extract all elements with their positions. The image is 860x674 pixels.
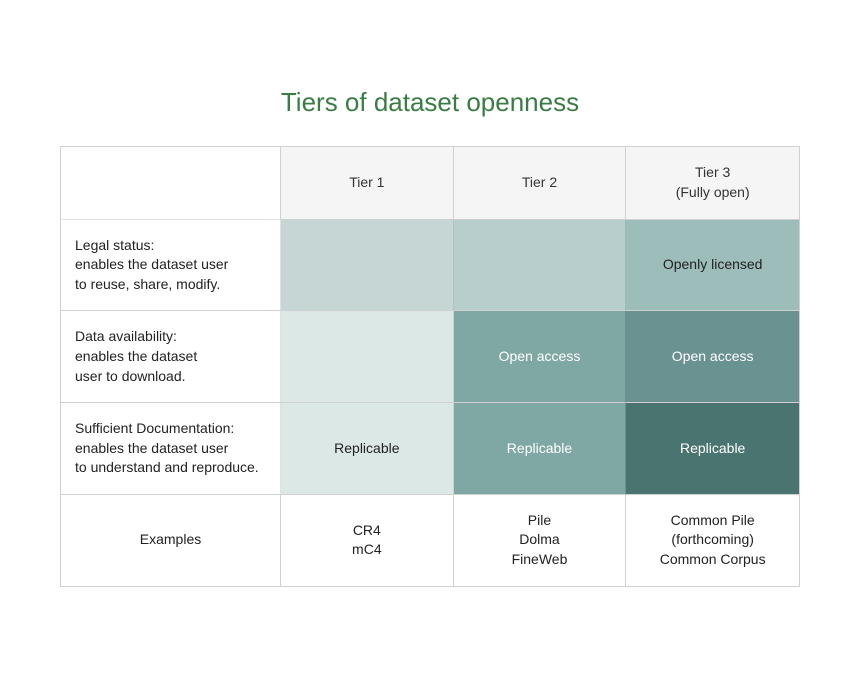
header-tier1: Tier 1 xyxy=(281,147,454,219)
header-empty xyxy=(61,147,281,219)
examples-tier1: CR4 mC4 xyxy=(281,495,454,586)
tier2-data: Open access xyxy=(454,311,627,403)
page-title: Tiers of dataset openness xyxy=(60,87,800,118)
tier3-data: Open access xyxy=(626,311,799,403)
tier3-legal: Openly licensed xyxy=(626,220,799,312)
examples-label: Examples xyxy=(61,495,281,586)
tier1-legal xyxy=(281,220,454,312)
legal-label: Legal status: enables the dataset user t… xyxy=(61,220,281,312)
doc-label: Sufficient Documentation: enables the da… xyxy=(61,403,281,495)
tier2-doc: Replicable xyxy=(454,403,627,495)
header-tier2: Tier 2 xyxy=(454,147,627,219)
main-container: Tiers of dataset openness Tier 1 Tier 2 … xyxy=(40,67,820,606)
tier2-legal xyxy=(454,220,627,312)
data-label: Data availability: enables the dataset u… xyxy=(61,311,281,403)
tier1-doc: Replicable xyxy=(281,403,454,495)
examples-tier3: Common Pile (forthcoming) Common Corpus xyxy=(626,495,799,586)
tier1-data xyxy=(281,311,454,403)
openness-table: Tier 1 Tier 2 Tier 3 (Fully open) Legal … xyxy=(60,146,800,586)
header-tier3: Tier 3 (Fully open) xyxy=(626,147,799,219)
examples-tier2: Pile Dolma FineWeb xyxy=(454,495,627,586)
tier3-doc: Replicable xyxy=(626,403,799,495)
